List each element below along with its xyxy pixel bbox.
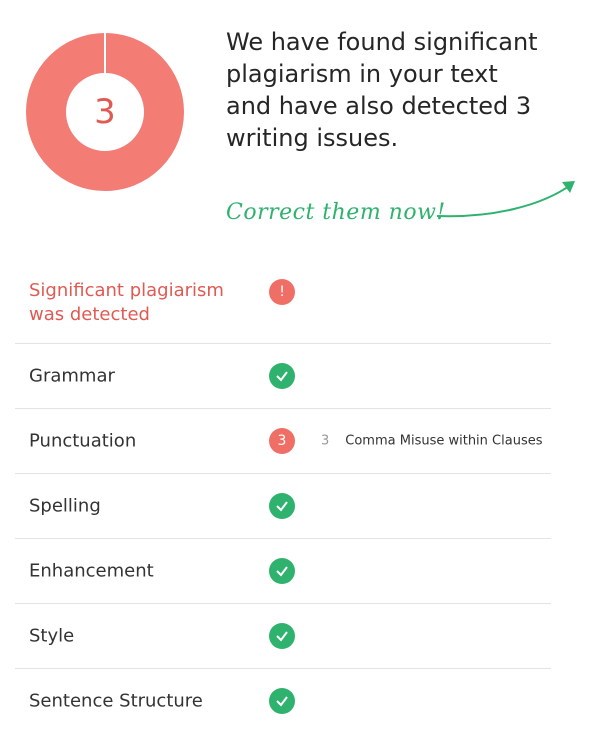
check-row-enhancement[interactable]: Enhancement: [15, 539, 551, 604]
check-label: Enhancement: [29, 560, 154, 582]
check-label: Spelling: [29, 495, 101, 517]
check-icon: [269, 688, 295, 714]
check-label: Style: [29, 625, 75, 647]
check-icon: [269, 363, 295, 389]
plagiarism-donut: 3: [26, 33, 184, 191]
check-label: Significant plagiarism was detected: [29, 280, 224, 325]
check-label: Grammar: [29, 365, 115, 387]
checks-list: Significant plagiarism was detected ! Gr…: [15, 263, 551, 733]
check-row-plagiarism[interactable]: Significant plagiarism was detected !: [15, 263, 551, 344]
check-label: Punctuation: [29, 430, 137, 452]
issue-text: Comma Misuse within Clauses: [345, 433, 543, 449]
check-row-punctuation[interactable]: Punctuation 3 3 Comma Misuse within Clau…: [15, 409, 551, 474]
check-row-style[interactable]: Style: [15, 604, 551, 669]
arrow-icon: [436, 181, 575, 218]
issue-detail[interactable]: 3 Comma Misuse within Clauses: [321, 434, 542, 449]
error-icon: !: [269, 279, 295, 305]
check-row-sentence-structure[interactable]: Sentence Structure: [15, 669, 551, 733]
issue-count-badge: 3: [269, 428, 295, 454]
check-row-grammar[interactable]: Grammar: [15, 344, 551, 409]
check-icon: [269, 558, 295, 584]
check-row-spelling[interactable]: Spelling: [15, 474, 551, 539]
issue-count: 3: [94, 92, 116, 132]
correct-now-link[interactable]: Correct them now!: [226, 200, 446, 225]
check-label: Sentence Structure: [29, 690, 203, 712]
check-icon: [269, 623, 295, 649]
issue-num: 3: [321, 433, 330, 449]
check-icon: [269, 493, 295, 519]
summary-headline: We have found significant plagiarism in …: [226, 28, 538, 152]
